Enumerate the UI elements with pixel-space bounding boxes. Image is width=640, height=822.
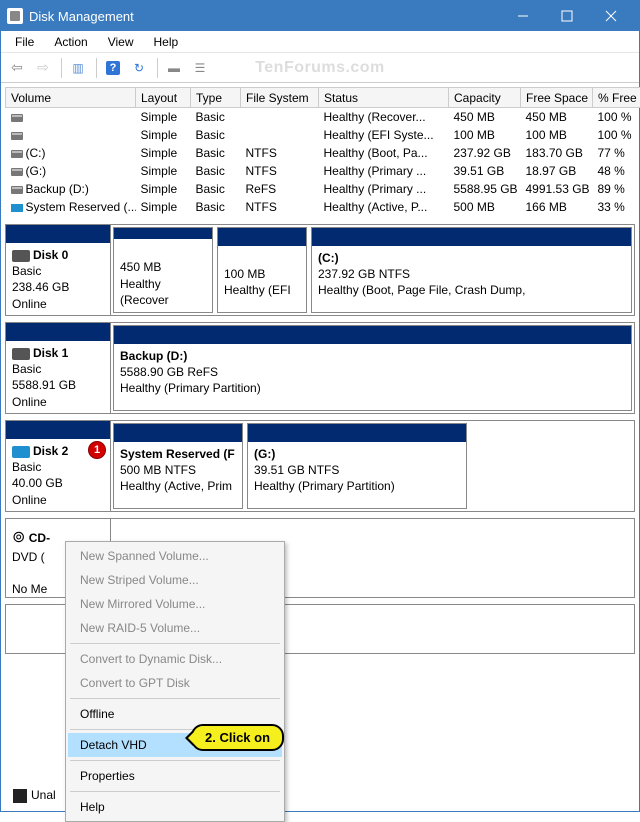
menu-file[interactable]: File xyxy=(5,33,44,51)
volume-icon xyxy=(11,150,23,158)
separator xyxy=(70,698,280,699)
disk-label: CD- xyxy=(29,531,50,545)
volume-row[interactable]: Backup (D:)SimpleBasicReFSHealthy (Prima… xyxy=(6,180,640,198)
toolbar: TenForums.com xyxy=(1,53,639,83)
col-filesystem[interactable]: File System xyxy=(241,88,319,108)
disk-type: DVD ( xyxy=(12,550,45,564)
volume-icon xyxy=(11,168,23,176)
partition-d[interactable]: Backup (D:)5588.90 GB ReFSHealthy (Prima… xyxy=(113,325,632,411)
ctx-convert-dynamic: Convert to Dynamic Disk... xyxy=(68,647,282,671)
refresh-button[interactable] xyxy=(127,57,151,79)
close-button[interactable] xyxy=(589,1,633,31)
maximize-button[interactable] xyxy=(545,1,589,31)
col-layout[interactable]: Layout xyxy=(136,88,191,108)
ctx-new-mirrored: New Mirrored Volume... xyxy=(68,592,282,616)
disk-header-0[interactable]: Disk 0 Basic 238.46 GB Online xyxy=(6,225,111,315)
volume-icon xyxy=(11,204,23,212)
ctx-help[interactable]: Help xyxy=(68,795,282,819)
annotation-callout: 2. Click on xyxy=(191,724,284,751)
app-icon xyxy=(7,8,23,24)
forward-button[interactable] xyxy=(31,57,55,79)
disk-state: Online xyxy=(12,395,47,409)
partition-c[interactable]: (C:)237.92 GB NTFSHealthy (Boot, Page Fi… xyxy=(311,227,632,313)
ctx-new-raid5: New RAID-5 Volume... xyxy=(68,616,282,640)
window-buttons xyxy=(501,1,633,31)
legend-unallocated: Unal xyxy=(13,788,56,803)
separator xyxy=(61,58,62,78)
disk-label: Disk 0 xyxy=(33,248,68,262)
separator xyxy=(70,760,280,761)
window-title: Disk Management xyxy=(29,9,501,24)
titlebar: Disk Management xyxy=(1,1,639,31)
volume-row[interactable]: (C:)SimpleBasicNTFSHealthy (Boot, Pa...2… xyxy=(6,144,640,162)
ctx-offline[interactable]: Offline xyxy=(68,702,282,726)
disk-size: 238.46 GB xyxy=(12,280,69,294)
volume-list: Volume Layout Type File System Status Ca… xyxy=(5,87,635,216)
volume-icon xyxy=(11,114,23,122)
disk-button[interactable] xyxy=(162,57,186,79)
partition[interactable]: 450 MBHealthy (Recover xyxy=(113,227,213,313)
col-type[interactable]: Type xyxy=(191,88,241,108)
disk-header-2[interactable]: Disk 2 Basic 40.00 GB Online xyxy=(6,421,111,511)
disk-size: 5588.91 GB xyxy=(12,378,76,392)
separator xyxy=(157,58,158,78)
disk-size: 40.00 GB xyxy=(12,476,63,490)
ctx-convert-gpt: Convert to GPT Disk xyxy=(68,671,282,695)
col-volume[interactable]: Volume xyxy=(6,88,136,108)
col-freespace[interactable]: Free Space xyxy=(521,88,593,108)
disk-icon xyxy=(12,250,30,262)
disk-label: Disk 1 xyxy=(33,346,68,360)
disk-state: Online xyxy=(12,493,47,507)
volume-icon xyxy=(11,186,23,194)
help-button[interactable] xyxy=(101,57,125,79)
watermark: TenForums.com xyxy=(255,59,385,77)
ctx-new-spanned: New Spanned Volume... xyxy=(68,544,282,568)
menu-action[interactable]: Action xyxy=(44,33,97,51)
disk-state: Online xyxy=(12,297,47,311)
view-button[interactable] xyxy=(66,57,90,79)
volume-row[interactable]: SimpleBasicHealthy (Recover...450 MB450 … xyxy=(6,108,640,127)
separator xyxy=(70,791,280,792)
list-button[interactable] xyxy=(188,57,212,79)
volume-row[interactable]: SimpleBasicHealthy (EFI Syste...100 MB10… xyxy=(6,126,640,144)
partition-system-reserved[interactable]: System Reserved (F500 MB NTFSHealthy (Ac… xyxy=(113,423,243,509)
menu-view[interactable]: View xyxy=(98,33,144,51)
ctx-properties[interactable]: Properties xyxy=(68,764,282,788)
back-button[interactable] xyxy=(5,57,29,79)
disk-row-0[interactable]: Disk 0 Basic 238.46 GB Online 450 MBHeal… xyxy=(5,224,635,316)
swatch-icon xyxy=(13,789,27,803)
disk-type: Basic xyxy=(12,362,41,376)
volume-row[interactable]: System Reserved (...SimpleBasicNTFSHealt… xyxy=(6,198,640,216)
disk-header-1[interactable]: Disk 1 Basic 5588.91 GB Online xyxy=(6,323,111,413)
separator xyxy=(70,643,280,644)
disk-row-1[interactable]: Disk 1 Basic 5588.91 GB Online Backup (D… xyxy=(5,322,635,414)
menu-help[interactable]: Help xyxy=(144,33,189,51)
col-pctfree[interactable]: % Free xyxy=(593,88,640,108)
col-status[interactable]: Status xyxy=(319,88,449,108)
col-capacity[interactable]: Capacity xyxy=(449,88,521,108)
no-media: No Me xyxy=(12,582,47,596)
minimize-button[interactable] xyxy=(501,1,545,31)
ctx-new-striped: New Striped Volume... xyxy=(68,568,282,592)
disk-type: Basic xyxy=(12,264,41,278)
disk-icon xyxy=(12,446,30,458)
context-menu: New Spanned Volume... New Striped Volume… xyxy=(65,541,285,822)
disk-label: Disk 2 xyxy=(33,444,68,458)
partition-g[interactable]: (G:)39.51 GB NTFSHealthy (Primary Partit… xyxy=(247,423,467,509)
partition[interactable]: 100 MBHealthy (EFI xyxy=(217,227,307,313)
volume-row[interactable]: (G:)SimpleBasicNTFSHealthy (Primary ...3… xyxy=(6,162,640,180)
separator xyxy=(96,58,97,78)
disk-icon xyxy=(12,348,30,360)
disk-type: Basic xyxy=(12,460,41,474)
annotation-marker-1: 1 xyxy=(88,441,106,459)
disk-row-2[interactable]: Disk 2 Basic 40.00 GB Online System Rese… xyxy=(5,420,635,512)
menubar: File Action View Help xyxy=(1,31,639,53)
volume-icon xyxy=(11,132,23,140)
